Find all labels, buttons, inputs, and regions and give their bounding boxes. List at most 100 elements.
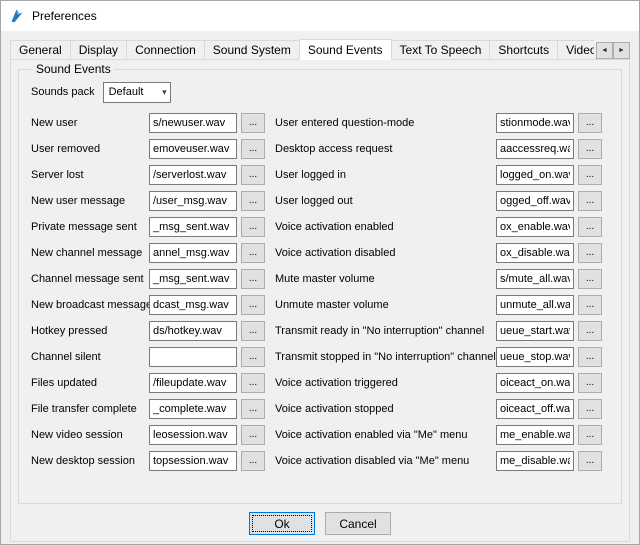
tab-sound-events[interactable]: Sound Events: [299, 39, 392, 60]
cancel-button[interactable]: Cancel: [325, 512, 391, 535]
sound-event-row-voice-activation-triggered: Voice activation triggered ...: [275, 370, 602, 396]
tab-text-to-speech[interactable]: Text To Speech: [391, 40, 491, 59]
tab-display[interactable]: Display: [70, 40, 127, 59]
browse-button-voice-activation-enabled-via-me-menu[interactable]: ...: [578, 425, 602, 445]
browse-button-channel-message-sent[interactable]: ...: [241, 269, 265, 289]
browse-button-voice-activation-triggered[interactable]: ...: [578, 373, 602, 393]
browse-button-files-updated[interactable]: ...: [241, 373, 265, 393]
browse-button-voice-activation-stopped[interactable]: ...: [578, 399, 602, 419]
browse-button-new-desktop-session[interactable]: ...: [241, 451, 265, 471]
sound-event-label: Server lost: [31, 169, 149, 181]
sounds-pack-selected-value: Default: [109, 86, 144, 98]
browse-button-user-logged-in[interactable]: ...: [578, 165, 602, 185]
sound-event-label: Hotkey pressed: [31, 325, 149, 337]
browse-button-user-removed[interactable]: ...: [241, 139, 265, 159]
browse-button-user-entered-question-mode[interactable]: ...: [578, 113, 602, 133]
sound-file-input-new-video-session[interactable]: [149, 425, 237, 445]
browse-button-private-message-sent[interactable]: ...: [241, 217, 265, 237]
sound-file-input-transmit-ready-in-no-interruption-channel[interactable]: [496, 321, 574, 341]
sound-event-label: Desktop access request: [275, 143, 496, 155]
browse-button-mute-master-volume[interactable]: ...: [578, 269, 602, 289]
browse-button-hotkey-pressed[interactable]: ...: [241, 321, 265, 341]
sound-event-row-channel-message-sent: Channel message sent ...: [31, 266, 265, 292]
tab-scrollers: ◄ ►: [594, 38, 630, 59]
sound-file-input-voice-activation-triggered[interactable]: [496, 373, 574, 393]
browse-button-desktop-access-request[interactable]: ...: [578, 139, 602, 159]
sound-file-input-user-logged-in[interactable]: [496, 165, 574, 185]
browse-button-voice-activation-disabled[interactable]: ...: [578, 243, 602, 263]
browse-button-new-video-session[interactable]: ...: [241, 425, 265, 445]
sound-event-label: New user: [31, 117, 149, 129]
sound-event-row-user-logged-in: User logged in ...: [275, 162, 602, 188]
sound-event-label: Transmit stopped in "No interruption" ch…: [275, 351, 496, 363]
sound-file-input-voice-activation-enabled[interactable]: [496, 217, 574, 237]
sound-file-input-desktop-access-request[interactable]: [496, 139, 574, 159]
sound-file-input-channel-message-sent[interactable]: [149, 269, 237, 289]
browse-button-user-logged-out[interactable]: ...: [578, 191, 602, 211]
sound-event-label: Private message sent: [31, 221, 149, 233]
tab-general[interactable]: General: [10, 40, 71, 59]
sound-file-input-unmute-master-volume[interactable]: [496, 295, 574, 315]
sound-file-input-server-lost[interactable]: [149, 165, 237, 185]
ok-button[interactable]: Ok: [249, 512, 315, 535]
sound-file-input-voice-activation-stopped[interactable]: [496, 399, 574, 419]
browse-button-file-transfer-complete[interactable]: ...: [241, 399, 265, 419]
sounds-pack-row: Sounds pack Default ▾: [31, 80, 609, 104]
sound-file-input-new-user-message[interactable]: [149, 191, 237, 211]
sound-event-label: Voice activation disabled via "Me" menu: [275, 455, 496, 467]
sound-event-row-transmit-stopped-in-no-interruption-channel: Transmit stopped in "No interruption" ch…: [275, 344, 602, 370]
browse-button-voice-activation-disabled-via-me-menu[interactable]: ...: [578, 451, 602, 471]
title-bar[interactable]: Preferences: [1, 1, 639, 31]
sound-file-input-user-entered-question-mode[interactable]: [496, 113, 574, 133]
sound-event-row-channel-silent: Channel silent ...: [31, 344, 265, 370]
sound-file-input-new-desktop-session[interactable]: [149, 451, 237, 471]
sounds-pack-label: Sounds pack: [31, 86, 95, 98]
sounds-pack-select[interactable]: Default ▾: [103, 82, 171, 103]
sound-file-input-channel-silent[interactable]: [149, 347, 237, 367]
sound-file-input-files-updated[interactable]: [149, 373, 237, 393]
sound-file-input-voice-activation-disabled[interactable]: [496, 243, 574, 263]
sound-file-input-private-message-sent[interactable]: [149, 217, 237, 237]
sound-file-input-user-logged-out[interactable]: [496, 191, 574, 211]
browse-button-new-user-message[interactable]: ...: [241, 191, 265, 211]
browse-button-voice-activation-enabled[interactable]: ...: [578, 217, 602, 237]
groupbox-title: Sound Events: [33, 62, 114, 76]
browse-button-new-broadcast-message[interactable]: ...: [241, 295, 265, 315]
browse-button-channel-silent[interactable]: ...: [241, 347, 265, 367]
sound-file-input-voice-activation-enabled-via-me-menu[interactable]: [496, 425, 574, 445]
browse-button-server-lost[interactable]: ...: [241, 165, 265, 185]
sound-event-label: Unmute master volume: [275, 299, 496, 311]
tab-label: General: [19, 43, 62, 57]
sound-file-input-user-removed[interactable]: [149, 139, 237, 159]
sound-file-input-file-transfer-complete[interactable]: [149, 399, 237, 419]
sound-file-input-transmit-stopped-in-no-interruption-channel[interactable]: [496, 347, 574, 367]
sound-event-row-file-transfer-complete: File transfer complete ...: [31, 396, 265, 422]
tab-strip-tabs: General Display Connection Sound System …: [10, 39, 605, 59]
tab-shortcuts[interactable]: Shortcuts: [489, 40, 558, 59]
sound-file-input-new-user[interactable]: [149, 113, 237, 133]
browse-button-new-channel-message[interactable]: ...: [241, 243, 265, 263]
sound-event-label: User logged out: [275, 195, 496, 207]
tab-label: Shortcuts: [498, 43, 549, 57]
tab-sound-system[interactable]: Sound System: [204, 40, 300, 59]
browse-button-unmute-master-volume[interactable]: ...: [578, 295, 602, 315]
sound-file-input-new-channel-message[interactable]: [149, 243, 237, 263]
sound-event-row-user-entered-question-mode: User entered question-mode ...: [275, 110, 602, 136]
sound-event-row-user-removed: User removed ...: [31, 136, 265, 162]
sound-file-input-mute-master-volume[interactable]: [496, 269, 574, 289]
sound-file-input-hotkey-pressed[interactable]: [149, 321, 237, 341]
tab-scroll-left-button[interactable]: ◄: [596, 42, 613, 59]
sound-event-row-files-updated: Files updated ...: [31, 370, 265, 396]
sound-event-row-new-desktop-session: New desktop session ...: [31, 448, 265, 474]
sound-event-row-new-user: New user ...: [31, 110, 265, 136]
browse-button-transmit-ready-in-no-interruption-channel[interactable]: ...: [578, 321, 602, 341]
sound-file-input-new-broadcast-message[interactable]: [149, 295, 237, 315]
sound-event-row-voice-activation-disabled-via-me-menu: Voice activation disabled via "Me" menu …: [275, 448, 602, 474]
sound-event-row-new-user-message: New user message ...: [31, 188, 265, 214]
dialog-content: General Display Connection Sound System …: [1, 31, 639, 542]
browse-button-new-user[interactable]: ...: [241, 113, 265, 133]
tab-connection[interactable]: Connection: [126, 40, 205, 59]
sound-file-input-voice-activation-disabled-via-me-menu[interactable]: [496, 451, 574, 471]
tab-scroll-right-button[interactable]: ►: [613, 42, 630, 59]
browse-button-transmit-stopped-in-no-interruption-channel[interactable]: ...: [578, 347, 602, 367]
